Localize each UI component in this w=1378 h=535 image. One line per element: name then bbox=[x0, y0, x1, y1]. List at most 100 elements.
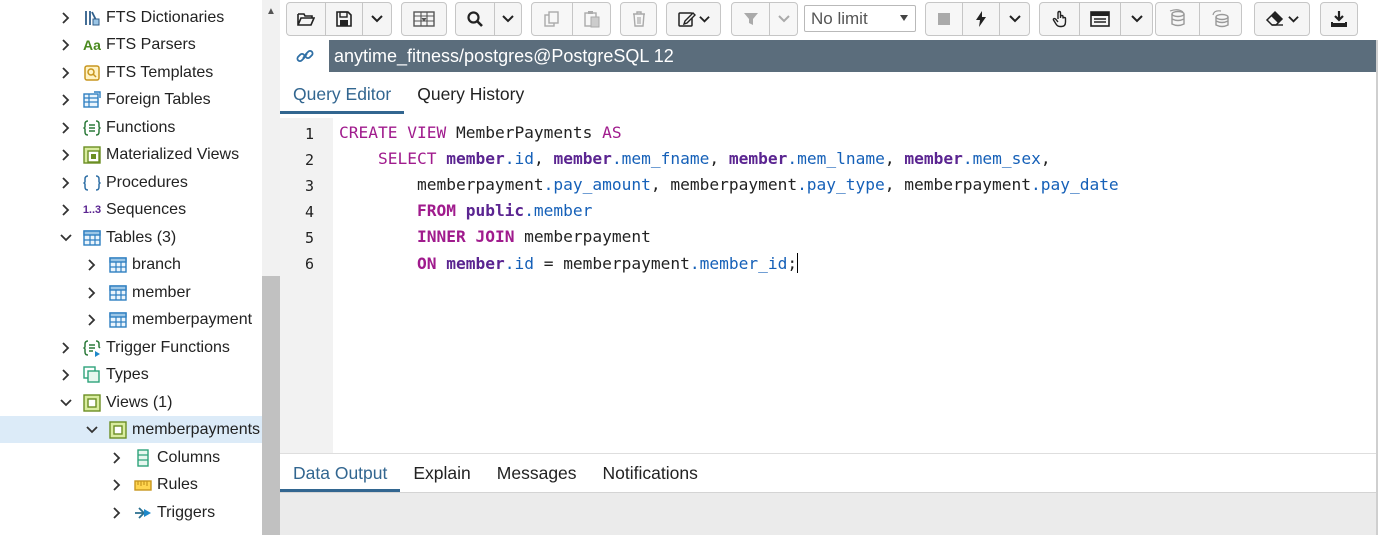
open-file-button[interactable] bbox=[287, 3, 325, 35]
clear-options-dropdown[interactable] bbox=[1254, 2, 1310, 36]
tree-item-table-memberpayment[interactable]: memberpayment bbox=[0, 306, 262, 333]
chevron-right-icon[interactable] bbox=[86, 313, 98, 327]
foreign-table-icon bbox=[82, 90, 102, 110]
tree-item-trigger-functions[interactable]: Trigger Functions bbox=[0, 334, 262, 361]
explain-button-group bbox=[1039, 2, 1153, 36]
tree-item-label: Materialized Views bbox=[106, 145, 240, 163]
chevron-right-icon[interactable] bbox=[60, 368, 72, 382]
tree-item-views[interactable]: Views (1) bbox=[0, 389, 262, 416]
chevron-right-icon[interactable] bbox=[86, 258, 98, 272]
tree-item-materialized-views[interactable]: Materialized Views bbox=[0, 141, 262, 168]
tree-item-tables[interactable]: Tables (3) bbox=[0, 224, 262, 251]
tab-data-output[interactable]: Data Output bbox=[280, 454, 401, 492]
tree-item-fts-templates[interactable]: FTS Templates bbox=[0, 59, 262, 86]
tree-scrollbar-thumb[interactable] bbox=[262, 276, 280, 535]
code-line-1: CREATE VIEW MemberPayments AS bbox=[339, 123, 622, 142]
tab-notifications[interactable]: Notifications bbox=[590, 454, 711, 492]
edit-options-dropdown[interactable] bbox=[666, 2, 721, 36]
chevron-right-icon[interactable] bbox=[60, 148, 72, 162]
code-line-2: SELECT member.id, member.mem_fname, memb… bbox=[377, 149, 1051, 168]
scroll-up-arrow-icon[interactable]: ▲ bbox=[262, 4, 280, 18]
tree-item-label: Functions bbox=[106, 118, 176, 136]
connection-status-button[interactable] bbox=[280, 40, 329, 72]
copy-button[interactable] bbox=[532, 3, 572, 35]
fts-parser-icon: Aa bbox=[83, 36, 101, 53]
find-button-group bbox=[455, 2, 522, 36]
sql-token: FROM bbox=[416, 201, 456, 220]
tree-item-view-memberpayments[interactable]: memberpayments bbox=[0, 416, 262, 443]
chevron-right-icon[interactable] bbox=[111, 506, 123, 520]
chevron-right-icon[interactable] bbox=[60, 121, 72, 135]
materialized-view-icon bbox=[82, 145, 102, 165]
chevron-down-icon bbox=[371, 15, 383, 23]
chevron-right-icon[interactable] bbox=[111, 478, 123, 492]
tree-item-columns[interactable]: Columns bbox=[0, 444, 262, 471]
filter-options-dropdown[interactable] bbox=[770, 3, 797, 35]
tree-item-rules[interactable]: Rules bbox=[0, 471, 262, 498]
tree-item-fts-dictionaries[interactable]: FTS Dictionaries bbox=[0, 4, 262, 31]
tree-item-table-branch[interactable]: branch bbox=[0, 251, 262, 278]
commit-database-icon bbox=[1169, 9, 1185, 27]
object-browser-tree: FTS Dictionaries Aa FTS Parsers FTS Temp… bbox=[0, 0, 262, 535]
download-button[interactable] bbox=[1320, 2, 1358, 36]
chevron-down-icon[interactable] bbox=[86, 423, 98, 437]
tab-query-editor[interactable]: Query Editor bbox=[280, 74, 405, 114]
chevron-right-icon[interactable] bbox=[60, 176, 72, 190]
filter-button[interactable] bbox=[732, 3, 769, 35]
execute-options-dropdown[interactable] bbox=[1000, 3, 1029, 35]
explain-options-dropdown[interactable] bbox=[1121, 3, 1152, 35]
tree-item-label: member bbox=[132, 283, 191, 301]
line-number: 1 bbox=[304, 125, 314, 143]
tree-item-procedures[interactable]: Procedures bbox=[0, 169, 262, 196]
tree-item-label: memberpayment bbox=[132, 310, 253, 328]
paste-button[interactable] bbox=[573, 3, 610, 35]
save-options-dropdown[interactable] bbox=[363, 3, 391, 35]
chevron-right-icon[interactable] bbox=[60, 11, 72, 25]
sql-token: CREATE bbox=[339, 123, 398, 142]
trash-icon bbox=[632, 11, 645, 27]
search-icon bbox=[467, 11, 483, 27]
connection-title-bar: anytime_fitness/postgres@PostgreSQL 12 bbox=[329, 40, 1378, 72]
chevron-right-icon[interactable] bbox=[60, 38, 72, 52]
execute-button[interactable] bbox=[963, 3, 999, 35]
code-line-6: ON member.id = memberpayment.member_id; bbox=[416, 253, 799, 273]
chevron-right-icon[interactable] bbox=[60, 203, 72, 217]
tree-item-types[interactable]: Types bbox=[0, 361, 262, 388]
tree-item-table-member[interactable]: member bbox=[0, 279, 262, 306]
chevron-down-icon[interactable] bbox=[60, 231, 72, 245]
query-toolbar: ▲ No limit bbox=[266, 0, 1378, 39]
edit-grid-button[interactable] bbox=[401, 2, 447, 36]
tab-query-history[interactable]: Query History bbox=[404, 74, 537, 114]
tree-item-fts-parsers[interactable]: Aa FTS Parsers bbox=[0, 31, 262, 58]
chevron-right-icon[interactable] bbox=[60, 66, 72, 80]
download-icon bbox=[1331, 11, 1347, 27]
chevron-right-icon[interactable] bbox=[86, 286, 98, 300]
tab-messages[interactable]: Messages bbox=[484, 454, 590, 492]
code-line-3: memberpayment.pay_amount, memberpayment.… bbox=[339, 175, 1119, 194]
tree-item-foreign-tables[interactable]: Foreign Tables bbox=[0, 86, 262, 113]
tree-item-functions[interactable]: Functions bbox=[0, 114, 262, 141]
tree-item-triggers[interactable]: Triggers bbox=[0, 499, 262, 526]
tab-explain[interactable]: Explain bbox=[400, 454, 483, 492]
chevron-right-icon[interactable] bbox=[111, 451, 123, 465]
pointer-mode-button[interactable] bbox=[1040, 3, 1079, 35]
fts-dictionary-icon bbox=[82, 8, 102, 28]
stop-button[interactable] bbox=[926, 3, 962, 35]
delete-button[interactable] bbox=[620, 2, 657, 36]
tree-item-sequences[interactable]: 1..3 Sequences bbox=[0, 196, 262, 223]
sql-token: JOIN bbox=[475, 227, 515, 246]
row-limit-select[interactable]: No limit bbox=[804, 5, 916, 32]
chevron-down-icon bbox=[777, 15, 790, 23]
chevron-down-icon[interactable] bbox=[60, 396, 72, 410]
sql-editor[interactable]: 1 2 3 4 5 6 CREATE VIEW MemberPayments A… bbox=[280, 118, 1378, 454]
commit-button[interactable] bbox=[1156, 3, 1199, 35]
save-file-button[interactable] bbox=[326, 3, 362, 35]
rollback-database-icon bbox=[1211, 10, 1229, 28]
chevron-right-icon[interactable] bbox=[60, 93, 72, 107]
chevron-right-icon[interactable] bbox=[60, 341, 72, 355]
rollback-button[interactable] bbox=[1200, 3, 1241, 35]
edit-icon bbox=[677, 12, 696, 27]
find-options-dropdown[interactable] bbox=[495, 3, 521, 35]
explain-button[interactable] bbox=[1080, 3, 1120, 35]
find-button[interactable] bbox=[456, 3, 494, 35]
